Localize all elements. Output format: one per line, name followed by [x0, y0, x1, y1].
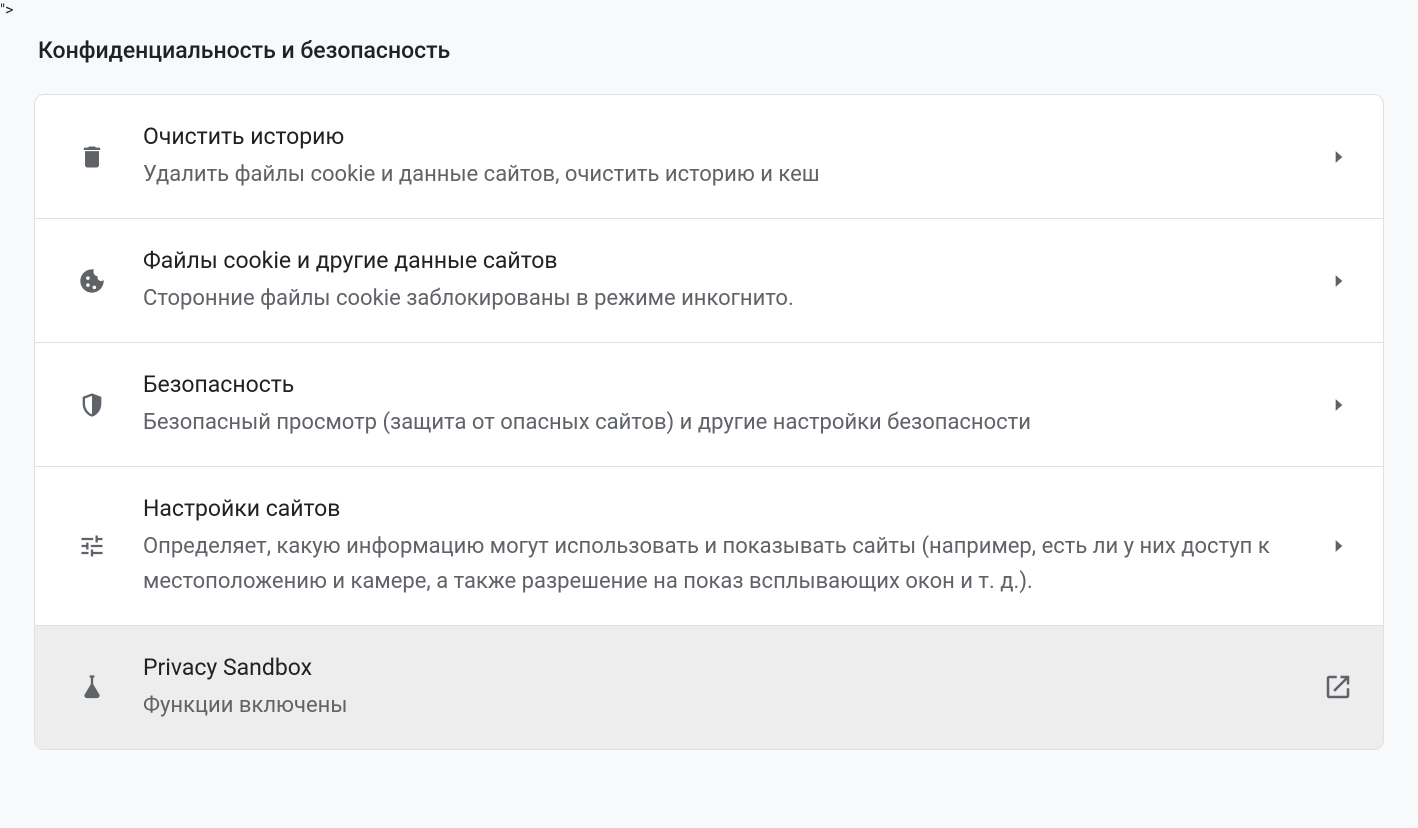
row-title: Privacy Sandbox [143, 652, 1299, 683]
row-title: Настройки сайтов [143, 493, 1301, 524]
chevron-right-icon [1325, 395, 1353, 415]
row-title: Файлы cookie и другие данные сайтов [143, 245, 1301, 276]
section-title: Конфиденциальность и безопасность [38, 37, 1384, 64]
chevron-right-icon [1325, 536, 1353, 556]
row-body: Файлы cookie и другие данные сайтов Стор… [143, 245, 1325, 316]
row-body: Очистить историю Удалить файлы cookie и … [143, 121, 1325, 192]
shield-icon [73, 391, 111, 419]
trash-icon [73, 143, 111, 171]
row-body: Privacy Sandbox Функции включены [143, 652, 1323, 723]
row-title: Безопасность [143, 369, 1301, 400]
tune-icon [73, 532, 111, 560]
row-site-settings[interactable]: Настройки сайтов Определяет, какую инфор… [35, 467, 1383, 625]
row-clear-browsing-data[interactable]: Очистить историю Удалить файлы cookie и … [35, 95, 1383, 219]
open-in-new-icon [1323, 672, 1353, 702]
row-cookies[interactable]: Файлы cookie и другие данные сайтов Стор… [35, 219, 1383, 343]
row-security[interactable]: Безопасность Безопасный просмотр (защита… [35, 343, 1383, 467]
chevron-right-icon [1325, 147, 1353, 167]
row-body: Настройки сайтов Определяет, какую инфор… [143, 493, 1325, 598]
privacy-security-card: Очистить историю Удалить файлы cookie и … [34, 94, 1384, 750]
row-description: Удалить файлы cookie и данные сайтов, оч… [143, 158, 1301, 192]
row-description: Функции включены [143, 689, 1299, 723]
row-description: Безопасный просмотр (защита от опасных с… [143, 406, 1301, 440]
chevron-right-icon [1325, 271, 1353, 291]
flask-icon [73, 673, 111, 701]
cookie-icon [73, 267, 111, 295]
row-body: Безопасность Безопасный просмотр (защита… [143, 369, 1325, 440]
row-privacy-sandbox[interactable]: Privacy Sandbox Функции включены [35, 626, 1383, 749]
row-description: Определяет, какую информацию могут испол… [143, 530, 1301, 598]
row-description: Сторонние файлы cookie заблокированы в р… [143, 282, 1301, 316]
row-title: Очистить историю [143, 121, 1301, 152]
